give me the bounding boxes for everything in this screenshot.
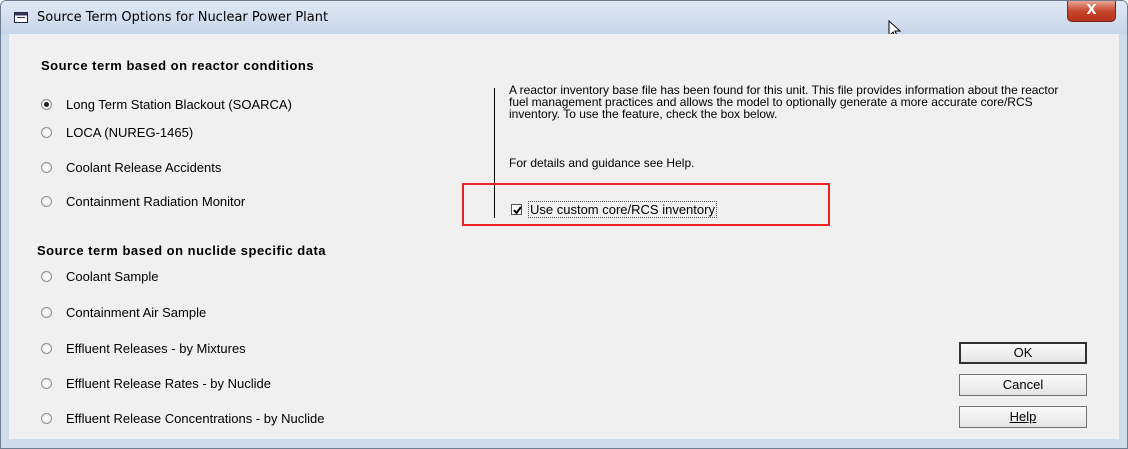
radio-option-air-sample[interactable]: Containment Air Sample (41, 303, 206, 321)
radio-label: Effluent Release Concentrations - by Nuc… (66, 410, 325, 426)
radio-label: Coolant Sample (66, 268, 159, 284)
radio-option-coolant-sample[interactable]: Coolant Sample (41, 267, 159, 285)
checkmark-icon (513, 206, 522, 215)
radio-label: Coolant Release Accidents (66, 159, 222, 175)
radio-label: Long Term Station Blackout (SOARCA) (66, 96, 292, 112)
radio-button[interactable] (41, 377, 52, 389)
custom-inventory-label: Use custom core/RCS inventory (528, 201, 717, 218)
radio-button[interactable] (41, 161, 52, 173)
radio-label: Effluent Release Rates - by Nuclide (66, 375, 271, 391)
title-bar[interactable]: Source Term Options for Nuclear Power Pl… (1, 1, 1127, 34)
radio-label: LOCA (NUREG-1465) (66, 124, 194, 140)
radio-button[interactable] (41, 270, 52, 282)
close-button[interactable]: X (1067, 1, 1116, 22)
radio-option-soarca[interactable]: Long Term Station Blackout (SOARCA) (41, 95, 292, 113)
radio-option-coolant-release[interactable]: Coolant Release Accidents (41, 158, 221, 176)
radio-option-effluent-concentrations[interactable]: Effluent Release Concentrations - by Nuc… (41, 409, 324, 427)
radio-label: Containment Radiation Monitor (66, 193, 246, 209)
inventory-info-text: A reactor inventory base file has been f… (509, 83, 1059, 121)
radio-option-loca[interactable]: LOCA (NUREG-1465) (41, 123, 193, 141)
cancel-button[interactable]: Cancel (959, 374, 1087, 396)
section-heading-reactor: Source term based on reactor conditions (41, 58, 315, 73)
dialog-window: Source Term Options for Nuclear Power Pl… (0, 0, 1128, 449)
window-title: Source Term Options for Nuclear Power Pl… (37, 10, 329, 25)
radio-label: Effluent Releases - by Mixtures (66, 340, 246, 356)
radio-option-effluent-mixtures[interactable]: Effluent Releases - by Mixtures (41, 339, 246, 357)
radio-option-effluent-rates[interactable]: Effluent Release Rates - by Nuclide (41, 374, 271, 392)
app-icon (14, 12, 28, 23)
custom-inventory-checkbox[interactable] (511, 204, 522, 215)
radio-button[interactable] (41, 412, 52, 424)
radio-label: Containment Air Sample (66, 304, 207, 320)
help-button-label: Help (1009, 409, 1037, 424)
radio-option-containment-monitor[interactable]: Containment Radiation Monitor (41, 192, 245, 210)
close-icon: X (1086, 3, 1097, 18)
radio-button[interactable] (41, 195, 52, 207)
help-button[interactable]: Help (959, 406, 1087, 428)
radio-button[interactable] (41, 306, 52, 318)
radio-button[interactable] (41, 342, 52, 354)
radio-button[interactable] (41, 126, 52, 138)
help-guidance-text: For details and guidance see Help. (509, 156, 695, 170)
custom-inventory-checkbox-row[interactable]: Use custom core/RCS inventory (511, 201, 717, 218)
dialog-content: Source term based on reactor conditions … (9, 34, 1119, 439)
ok-button[interactable]: OK (959, 342, 1087, 364)
radio-button[interactable] (41, 98, 52, 110)
section-heading-nuclide: Source term based on nuclide specific da… (37, 243, 327, 258)
